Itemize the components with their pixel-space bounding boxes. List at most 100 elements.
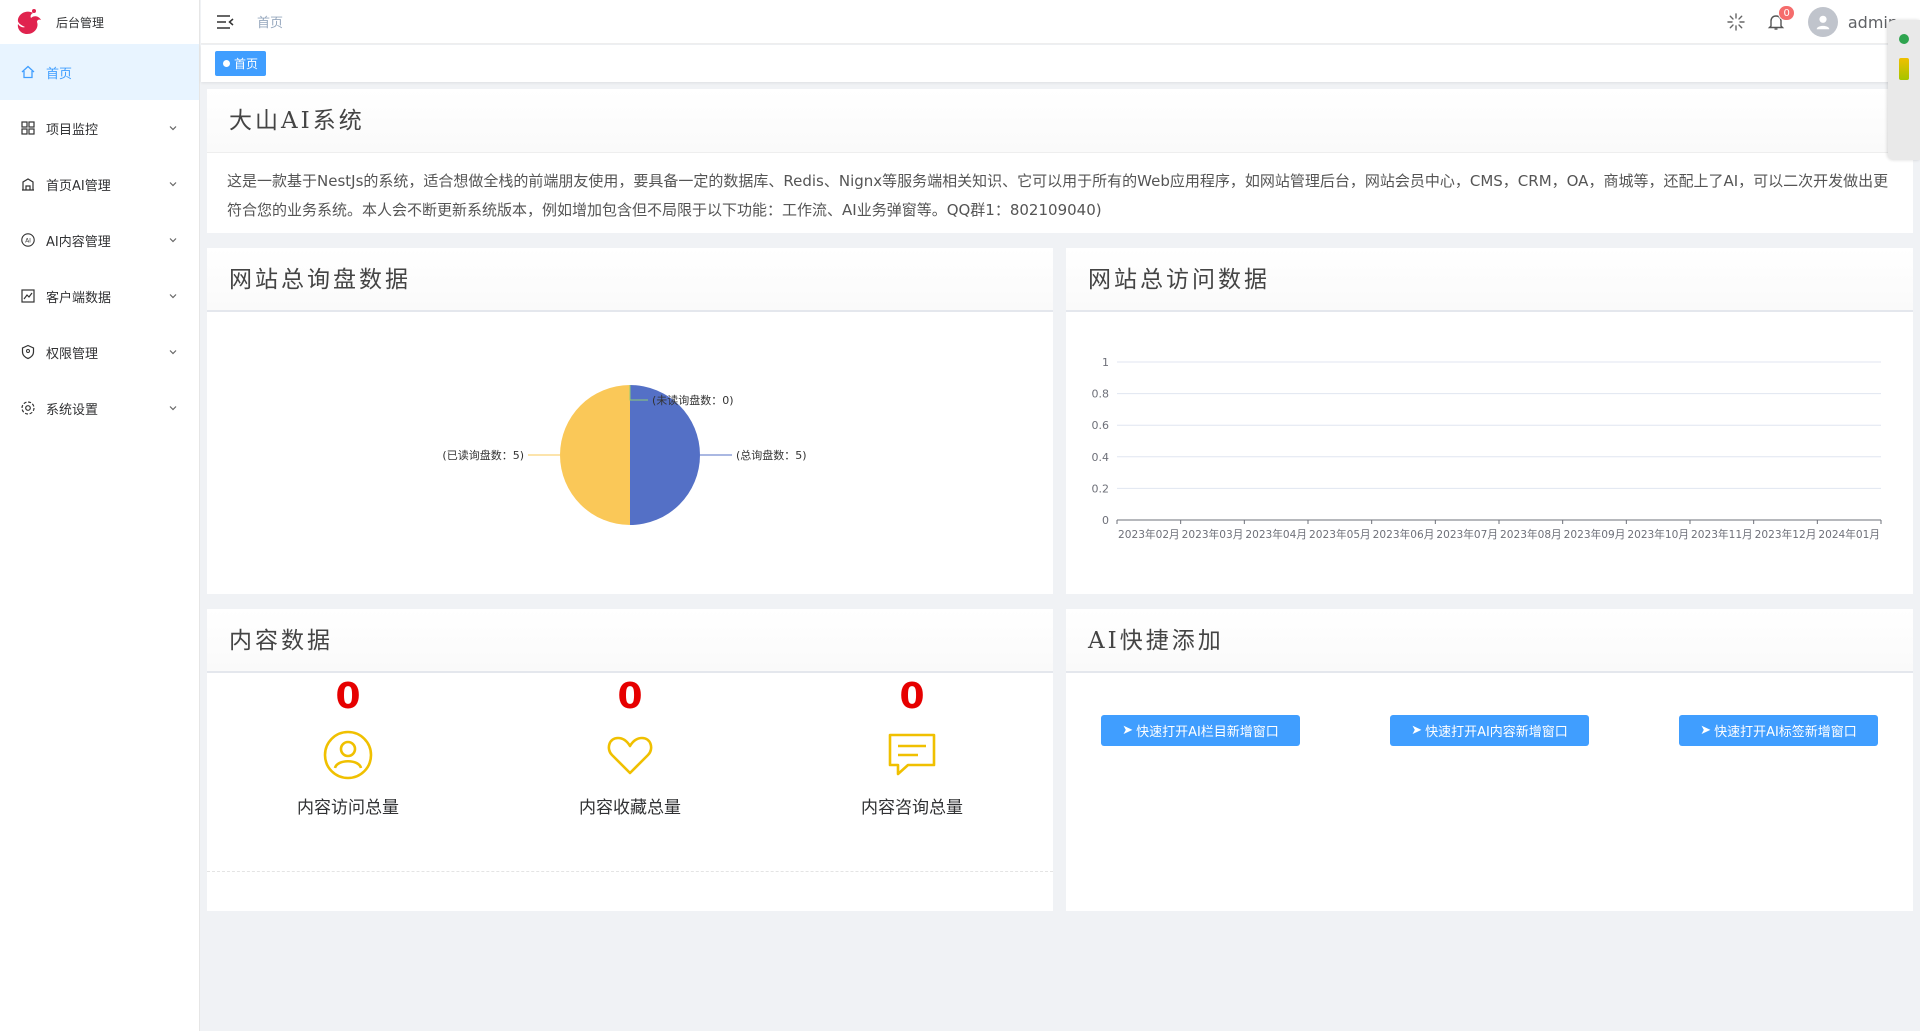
intro-title: 大山AI系统 <box>207 89 1913 153</box>
y-tick-label: 1 <box>1102 356 1109 369</box>
quick-card-title: AI快捷添加 <box>1066 609 1913 673</box>
logo[interactable]: 后台管理 <box>0 0 199 44</box>
quick-add-content-button[interactable]: ➤ 快速打开AI内容新增窗口 <box>1390 715 1589 746</box>
pie-label-0: (总询盘数：5) <box>736 448 807 462</box>
content-data-card: 内容数据 0 内容访问总量 0 内容收藏总量 0 内容咨询总量 <box>207 609 1053 911</box>
send-icon: ➤ <box>1411 723 1423 738</box>
home-icon <box>20 64 36 80</box>
user-avatar-icon <box>1816 15 1830 30</box>
user-icon <box>323 730 373 780</box>
intro-text: 这是一款基于NestJs的系统，适合想做全栈的前端朋友使用，要具备一定的数据库、… <box>227 172 1889 219</box>
x-tick-label: 2023年05月 <box>1309 527 1371 541</box>
pie-card-title: 网站总询盘数据 <box>207 248 1053 312</box>
sidebar-item-label: 首页 <box>46 66 73 82</box>
chevron-down-icon <box>169 406 177 411</box>
sidebar-item-label: 客户端数据 <box>46 290 112 306</box>
x-tick-label: 2023年02月 <box>1118 527 1180 541</box>
x-tick-label: 2023年03月 <box>1182 527 1244 541</box>
sidebar-item-label: 系统设置 <box>46 402 99 418</box>
sidebar-item-ai-content[interactable]: AI AI内容管理 <box>0 212 199 268</box>
y-tick-label: 0.2 <box>1092 482 1110 495</box>
x-tick-label: 2024年01月 <box>1818 527 1880 541</box>
button-label: 快速打开AI标签新增窗口 <box>1714 725 1857 740</box>
sidebar-item-label: 项目监控 <box>46 122 99 138</box>
chevron-down-icon <box>169 350 177 355</box>
sidebar-item-home[interactable]: 首页 <box>0 44 199 100</box>
visits-line-card: 网站总访问数据 0 0.2 0.4 0.6 0.8 1 2023年02月 2023年03月 20… <box>1066 248 1913 594</box>
stat-value: 0 <box>335 676 361 717</box>
stat-favorites: 0 内容收藏总量 <box>520 675 740 818</box>
top-header: 首页 0 admin <box>201 0 1920 44</box>
x-tick-label: 2023年08月 <box>1500 527 1562 541</box>
chevron-down-icon <box>169 238 177 243</box>
chevron-down-icon <box>169 126 177 131</box>
intro-card: 大山AI系统 这是一款基于NestJs的系统，适合想做全栈的前端朋友使用，要具备… <box>207 89 1913 233</box>
x-tick-label: 2023年10月 <box>1627 527 1689 541</box>
inquiry-pie-card: 网站总询盘数据 (总询盘数：5) (已读询盘数：5) (未读询盘数：0) <box>207 248 1053 594</box>
quick-add-tag-button[interactable]: ➤ 快速打开AI标签新增窗口 <box>1679 715 1878 746</box>
pie-label-2: (未读询盘数：0) <box>652 393 734 407</box>
header-actions: 0 admin <box>1706 0 1898 44</box>
inquiry-pie-chart: (总询盘数：5) (已读询盘数：5) (未读询盘数：0) <box>442 385 807 525</box>
notification-badge: 0 <box>1778 5 1795 21</box>
button-label: 快速打开AI内容新增窗口 <box>1425 725 1568 740</box>
x-tick-label: 2023年12月 <box>1755 527 1817 541</box>
stat-visits: 0 内容访问总量 <box>238 675 458 818</box>
svg-text:AI: AI <box>25 238 31 245</box>
meter-bar <box>1899 58 1909 80</box>
send-icon: ➤ <box>1122 723 1134 738</box>
avatar[interactable] <box>1807 7 1838 37</box>
nest-logo-icon <box>17 9 41 34</box>
quick-add-column-button[interactable]: ➤ 快速打开AI栏目新增窗口 <box>1101 715 1300 746</box>
sidebar-item-label: 权限管理 <box>46 346 99 362</box>
x-tick-label: 2023年07月 <box>1436 527 1498 541</box>
x-tick-label: 2023年11月 <box>1691 527 1753 541</box>
content-card-title: 内容数据 <box>207 609 1053 673</box>
send-icon: ➤ <box>1700 723 1712 738</box>
chevron-down-icon <box>169 182 177 187</box>
line-card-title: 网站总访问数据 <box>1066 248 1913 312</box>
building-icon <box>20 176 36 192</box>
stat-inquiries: 0 内容咨询总量 <box>802 675 1022 818</box>
sidebar-item-label: 首页AI管理 <box>46 178 111 194</box>
y-tick-label: 0 <box>1102 514 1109 527</box>
floating-network-widget[interactable] <box>1888 20 1920 160</box>
y-tick-label: 0.4 <box>1092 451 1110 464</box>
sidebar-item-client-data[interactable]: 客户端数据 <box>0 268 199 324</box>
sidebar-item-home-ai[interactable]: 首页AI管理 <box>0 156 199 212</box>
stat-label: 内容访问总量 <box>297 798 399 818</box>
sidebar: 后台管理 首页 项目监控 首页AI管理 AI AI内容管理 客户端数据 权限管理… <box>0 0 200 1031</box>
stat-label: 内容咨询总量 <box>861 798 963 818</box>
notification-bell[interactable]: 0 <box>1766 5 1795 32</box>
app-title: 后台管理 <box>56 15 105 30</box>
breadcrumb[interactable]: 首页 <box>257 12 283 31</box>
active-dot <box>223 60 230 67</box>
sidebar-item-system-settings[interactable]: 系统设置 <box>0 380 199 436</box>
sidebar-item-label: AI内容管理 <box>46 234 111 250</box>
divider <box>207 871 1053 872</box>
ai-icon: AI <box>20 232 36 248</box>
shield-icon <box>20 344 36 360</box>
button-label: 快速打开AI栏目新增窗口 <box>1136 725 1279 740</box>
loading-sparkle-icon[interactable] <box>1726 12 1746 32</box>
menu-toggle-icon[interactable] <box>215 12 235 32</box>
status-dot <box>1899 34 1909 44</box>
y-tick-label: 0.8 <box>1092 388 1110 401</box>
grid-icon <box>20 120 36 136</box>
sidebar-item-project-monitor[interactable]: 项目监控 <box>0 100 199 156</box>
visits-line-chart: 00.20.40.60.812023年02月 2023年03月 2023年04月 20… <box>1092 356 1882 541</box>
pie-label-1: (已读询盘数：5) <box>442 448 524 462</box>
y-tick-label: 0.6 <box>1092 419 1110 432</box>
x-tick-label: 2023年04月 <box>1245 527 1307 541</box>
tags-view-bar: 首页 <box>201 45 1920 82</box>
sidebar-item-permissions[interactable]: 权限管理 <box>0 324 199 380</box>
chart-line-icon <box>20 288 36 304</box>
pie-slice-1 <box>560 385 630 525</box>
message-icon <box>888 733 936 776</box>
tag-home[interactable]: 首页 <box>215 51 267 76</box>
tag-label: 首页 <box>234 57 259 71</box>
gear-icon <box>20 400 36 416</box>
x-tick-label: 2023年06月 <box>1373 527 1435 541</box>
heart-icon <box>607 736 653 775</box>
x-tick-label: 2023年09月 <box>1564 527 1626 541</box>
